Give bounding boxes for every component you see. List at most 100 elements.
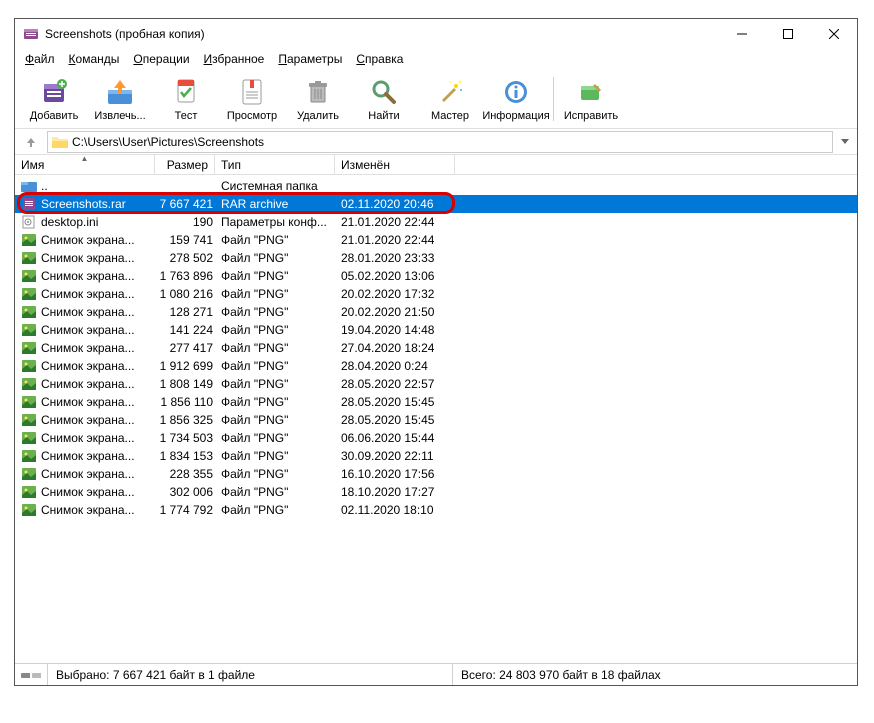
file-modified: 16.10.2020 17:56 (337, 467, 457, 481)
file-row[interactable]: Снимок экрана...1 912 699Файл "PNG"28.04… (15, 357, 857, 375)
file-type: Файл "PNG" (217, 233, 337, 247)
close-button[interactable] (811, 19, 857, 49)
file-type: Файл "PNG" (217, 449, 337, 463)
file-row[interactable]: Снимок экрана...1 808 149Файл "PNG"28.05… (15, 375, 857, 393)
column-type[interactable]: Тип (215, 155, 335, 174)
tool-add-button[interactable]: Добавить (23, 72, 85, 126)
file-size: 1 080 216 (157, 287, 217, 301)
file-icon (21, 305, 37, 319)
tool-repair-button[interactable]: Исправить (560, 72, 622, 126)
file-list[interactable]: ..Системная папкаScreenshots.rar7 667 42… (15, 175, 857, 663)
file-modified: 05.02.2020 13:06 (337, 269, 457, 283)
file-icon (21, 503, 37, 517)
menu-команды[interactable]: Команды (63, 50, 126, 68)
file-row[interactable]: Снимок экрана...302 006Файл "PNG"18.10.2… (15, 483, 857, 501)
status-total: Всего: 24 803 970 байт в 18 файлах (452, 664, 857, 685)
file-row[interactable]: ..Системная папка (15, 177, 857, 195)
file-name: Снимок экрана... (41, 377, 157, 391)
file-name: Снимок экрана... (41, 485, 157, 499)
up-button[interactable] (19, 131, 43, 153)
file-row[interactable]: Снимок экрана...228 355Файл "PNG"16.10.2… (15, 465, 857, 483)
menu-избранное[interactable]: Избранное (198, 50, 271, 68)
tool-extract-button[interactable]: Извлечь... (89, 72, 151, 126)
file-type: Файл "PNG" (217, 251, 337, 265)
file-row[interactable]: Снимок экрана...1 856 110Файл "PNG"28.05… (15, 393, 857, 411)
app-icon (23, 26, 39, 42)
file-name: Снимок экрана... (41, 503, 157, 517)
file-size: 128 271 (157, 305, 217, 319)
file-modified: 28.05.2020 15:45 (337, 413, 457, 427)
menu-файл[interactable]: Файл (19, 50, 61, 68)
file-modified: 21.01.2020 22:44 (337, 215, 457, 229)
tool-view-button[interactable]: Просмотр (221, 72, 283, 126)
column-size[interactable]: Размер (155, 155, 215, 174)
menubar: ФайлКомандыОперацииИзбранноеПараметрыСпр… (15, 49, 857, 69)
file-icon (21, 359, 37, 373)
tool-delete-button[interactable]: Удалить (287, 72, 349, 126)
delete-icon (302, 76, 334, 108)
file-row[interactable]: desktop.ini190Параметры конф...21.01.202… (15, 213, 857, 231)
file-size: 141 224 (157, 323, 217, 337)
file-icon (21, 233, 37, 247)
file-size: 1 834 153 (157, 449, 217, 463)
file-row[interactable]: Снимок экрана...1 080 216Файл "PNG"20.02… (15, 285, 857, 303)
file-row[interactable]: Снимок экрана...1 734 503Файл "PNG"06.06… (15, 429, 857, 447)
file-icon (21, 323, 37, 337)
file-row[interactable]: Снимок экрана...277 417Файл "PNG"27.04.2… (15, 339, 857, 357)
file-row[interactable]: Снимок экрана...141 224Файл "PNG"19.04.2… (15, 321, 857, 339)
file-size: 1 763 896 (157, 269, 217, 283)
file-row[interactable]: Снимок экрана...1 774 792Файл "PNG"02.11… (15, 501, 857, 519)
view-icon (236, 76, 268, 108)
window-title: Screenshots (пробная копия) (45, 27, 719, 41)
file-size: 190 (157, 215, 217, 229)
file-icon (21, 197, 37, 211)
file-row[interactable]: Screenshots.rar7 667 421RAR archive02.11… (15, 195, 857, 213)
file-row[interactable]: Снимок экрана...159 741Файл "PNG"21.01.2… (15, 231, 857, 249)
column-modified[interactable]: Изменён (335, 155, 455, 174)
file-name: Снимок экрана... (41, 413, 157, 427)
file-icon (21, 341, 37, 355)
file-type: Файл "PNG" (217, 503, 337, 517)
tool-info-button[interactable]: Информация (485, 72, 547, 126)
file-name: Снимок экрана... (41, 269, 157, 283)
file-modified: 28.05.2020 22:57 (337, 377, 457, 391)
address-field[interactable]: C:\Users\User\Pictures\Screenshots (47, 131, 833, 153)
list-header: ▲ Имя Размер Тип Изменён (15, 155, 857, 175)
file-modified: 20.02.2020 17:32 (337, 287, 457, 301)
tool-test-button[interactable]: Тест (155, 72, 217, 126)
file-modified: 02.11.2020 20:46 (337, 197, 457, 211)
info-icon (500, 76, 532, 108)
file-modified: 20.02.2020 21:50 (337, 305, 457, 319)
file-size: 277 417 (157, 341, 217, 355)
minimize-button[interactable] (719, 19, 765, 49)
address-dropdown[interactable] (837, 131, 853, 153)
toolbar-separator (553, 77, 554, 121)
file-row[interactable]: Снимок экрана...128 271Файл "PNG"20.02.2… (15, 303, 857, 321)
file-size: 1 912 699 (157, 359, 217, 373)
file-icon (21, 485, 37, 499)
file-row[interactable]: Снимок экрана...1 856 325Файл "PNG"28.05… (15, 411, 857, 429)
address-text: C:\Users\User\Pictures\Screenshots (72, 135, 264, 149)
file-size: 7 667 421 (157, 197, 217, 211)
file-modified: 06.06.2020 15:44 (337, 431, 457, 445)
file-name: Снимок экрана... (41, 431, 157, 445)
file-icon (21, 395, 37, 409)
file-type: Файл "PNG" (217, 323, 337, 337)
menu-справка[interactable]: Справка (350, 50, 409, 68)
menu-операции[interactable]: Операции (127, 50, 195, 68)
file-size: 278 502 (157, 251, 217, 265)
column-name[interactable]: ▲ Имя (15, 155, 155, 174)
file-name: Screenshots.rar (41, 197, 157, 211)
tool-wizard-button[interactable]: Мастер (419, 72, 481, 126)
file-row[interactable]: Снимок экрана...1 834 153Файл "PNG"30.09… (15, 447, 857, 465)
file-row[interactable]: Снимок экрана...1 763 896Файл "PNG"05.02… (15, 267, 857, 285)
file-row[interactable]: Снимок экрана...278 502Файл "PNG"28.01.2… (15, 249, 857, 267)
toolbar: ДобавитьИзвлечь...ТестПросмотрУдалитьНай… (15, 69, 857, 129)
file-size: 228 355 (157, 467, 217, 481)
find-icon (368, 76, 400, 108)
menu-параметры[interactable]: Параметры (272, 50, 348, 68)
tool-find-button[interactable]: Найти (353, 72, 415, 126)
file-size: 1 774 792 (157, 503, 217, 517)
file-modified: 18.10.2020 17:27 (337, 485, 457, 499)
maximize-button[interactable] (765, 19, 811, 49)
